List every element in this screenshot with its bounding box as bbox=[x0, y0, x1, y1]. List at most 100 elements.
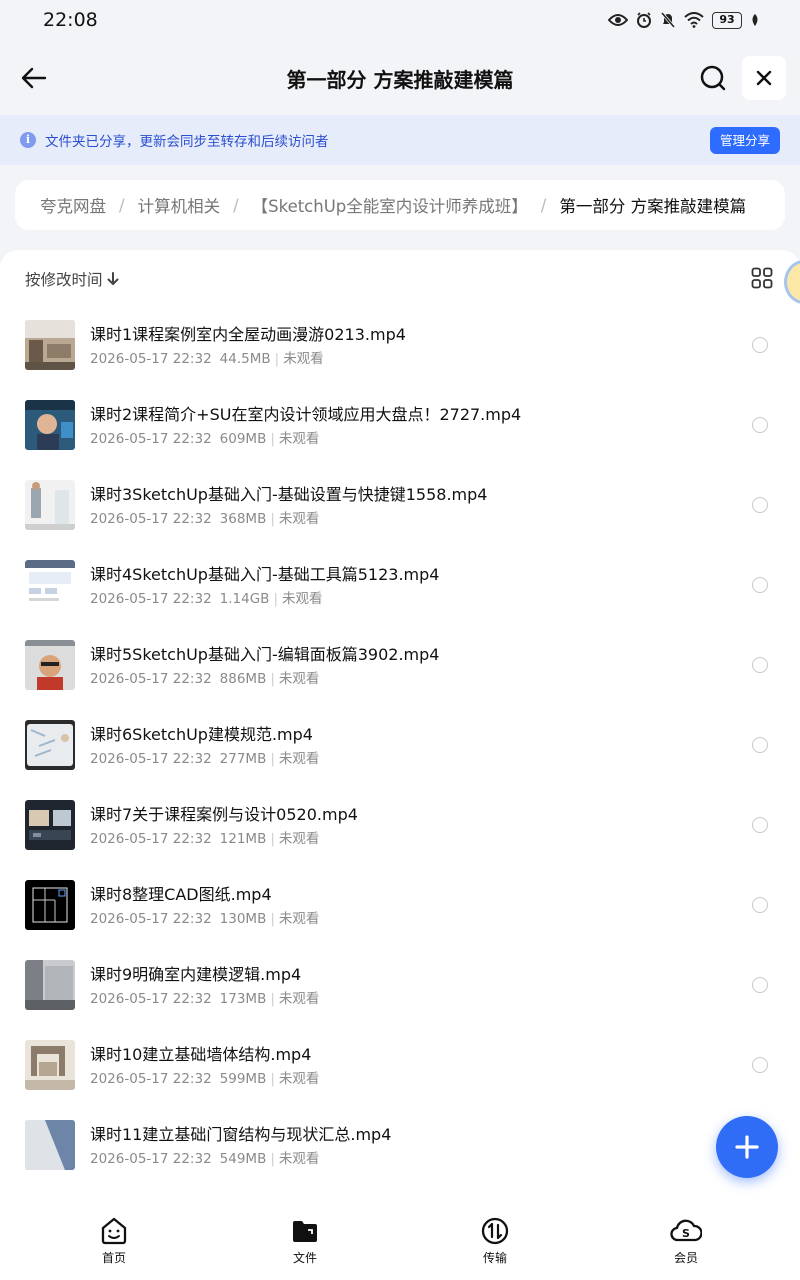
eye-icon bbox=[608, 14, 628, 26]
select-checkbox[interactable] bbox=[752, 417, 768, 433]
search-button[interactable] bbox=[697, 62, 729, 94]
file-row[interactable]: 课时8整理CAD图纸.mp4 2026-05-17 22:32 130MB | 未观看 bbox=[0, 880, 800, 960]
file-size: 173MB bbox=[219, 991, 267, 1007]
leaf-icon bbox=[752, 14, 758, 26]
file-row[interactable]: 课时6SketchUp建模规范.mp4 2026-05-17 22:32 277MB… bbox=[0, 720, 800, 800]
meta-separator: | bbox=[270, 511, 275, 527]
close-button[interactable] bbox=[742, 56, 786, 100]
meta-separator: | bbox=[273, 591, 278, 607]
meta-separator: | bbox=[274, 351, 280, 367]
file-date: 2026-05-17 22:32 bbox=[90, 1151, 212, 1167]
file-row[interactable]: 课时2课程简介+SU在室内设计领域应用大盘点！2727.mp4 2026-05-1… bbox=[0, 400, 800, 480]
file-name: 课时8整理CAD图纸.mp4 bbox=[90, 885, 272, 904]
file-name: 课时7关于课程案例与设计0520.mp4 bbox=[90, 805, 358, 824]
wifi-icon bbox=[684, 12, 704, 28]
breadcrumb-separator: / bbox=[119, 195, 125, 215]
watch-status: 未观看 bbox=[278, 831, 320, 847]
breadcrumb-item-course[interactable]: 【SketchUp全能室内设计师养成班】 bbox=[252, 193, 528, 217]
meta-separator: | bbox=[270, 751, 275, 767]
nav-files-label: 文件 bbox=[292, 1251, 317, 1265]
file-row[interactable]: 课时11建立基础门窗结构与现状汇总.mp4 2026-05-17 22:32 549… bbox=[0, 1120, 800, 1200]
select-checkbox[interactable] bbox=[752, 737, 768, 753]
manage-share-button[interactable]: 管理分享 bbox=[709, 127, 780, 154]
info-icon: i bbox=[20, 132, 36, 148]
file-meta: 2026-05-17 22:32 121MB | 未观看 bbox=[90, 827, 319, 847]
file-meta: 2026-05-17 22:32 277MB | 未观看 bbox=[90, 747, 319, 767]
file-row[interactable]: 课时7关于课程案例与设计0520.mp4 2026-05-17 22:32 121M… bbox=[0, 800, 800, 880]
file-name: 课时3SketchUp基础入门-基础设置与快捷键1558.mp4 bbox=[90, 485, 488, 504]
select-checkbox[interactable] bbox=[752, 657, 768, 673]
arrow-down-icon bbox=[107, 272, 119, 285]
meta-separator: | bbox=[270, 1151, 275, 1167]
nav-member[interactable]: S 会员 bbox=[646, 1216, 726, 1266]
alarm-icon bbox=[637, 12, 651, 28]
select-checkbox[interactable] bbox=[752, 817, 768, 833]
file-row[interactable]: 课时3SketchUp基础入门-基础设置与快捷键1558.mp4 2026-05-… bbox=[0, 480, 800, 560]
file-meta: 2026-05-17 22:32 130MB | 未观看 bbox=[90, 907, 319, 927]
file-row[interactable]: 课时1课程案例室内全屋动画漫游0213.mp4 2026-05-17 22:32 4… bbox=[0, 320, 800, 400]
grid-view-toggle[interactable] bbox=[751, 267, 773, 289]
watch-status: 未观看 bbox=[278, 671, 320, 687]
nav-transfer-label: 传输 bbox=[482, 1251, 507, 1265]
breadcrumb-separator: / bbox=[540, 195, 547, 215]
video-thumbnail bbox=[25, 400, 75, 450]
plus-icon bbox=[735, 1135, 759, 1159]
nav-files[interactable]: 文件 bbox=[265, 1216, 345, 1266]
watch-status: 未观看 bbox=[278, 1151, 320, 1167]
file-size: 130MB bbox=[219, 911, 267, 927]
select-checkbox[interactable] bbox=[752, 977, 768, 993]
page-title: 第一部分 方案推敲建模篇 bbox=[286, 68, 514, 92]
watch-status: 未观看 bbox=[278, 911, 320, 927]
file-row[interactable]: 课时9明确室内建模逻辑.mp4 2026-05-17 22:32 173MB | 未观看 bbox=[0, 960, 800, 1040]
watch-status: 未观看 bbox=[282, 591, 323, 607]
breadcrumb-item-category[interactable]: 计算机相关 bbox=[138, 193, 221, 217]
file-row[interactable]: 课时5SketchUp基础入门-编辑面板篇3902.mp4 2026-05-17 … bbox=[0, 640, 800, 720]
video-thumbnail bbox=[25, 480, 75, 530]
file-row[interactable]: 课时10建立基础墙体结构.mp4 2026-05-17 22:32 599MB | 未观… bbox=[0, 1040, 800, 1120]
file-meta: 2026-05-17 22:32 609MB | 未观看 bbox=[90, 427, 319, 447]
select-checkbox[interactable] bbox=[752, 897, 768, 913]
breadcrumb-item-root[interactable]: 夸克网盘 bbox=[40, 193, 106, 217]
file-name: 课时10建立基础墙体结构.mp4 bbox=[90, 1045, 312, 1064]
file-meta: 2026-05-17 22:32 368MB | 未观看 bbox=[90, 507, 319, 527]
nav-member-label: 会员 bbox=[673, 1251, 698, 1265]
file-size: 886MB bbox=[219, 671, 267, 687]
video-thumbnail bbox=[25, 1040, 75, 1090]
file-meta: 2026-05-17 22:32 549MB | 未观看 bbox=[90, 1147, 319, 1167]
meta-separator: | bbox=[270, 911, 275, 927]
nav-home[interactable]: 首页 bbox=[74, 1216, 154, 1266]
mute-bell-icon bbox=[660, 12, 676, 28]
nav-transfer[interactable]: 传输 bbox=[455, 1216, 535, 1266]
watch-status: 未观看 bbox=[278, 1071, 320, 1087]
video-thumbnail bbox=[25, 1120, 75, 1170]
file-date: 2026-05-17 22:32 bbox=[90, 351, 212, 367]
file-size: 121MB bbox=[219, 831, 267, 847]
file-date: 2026-05-17 22:32 bbox=[90, 751, 212, 767]
file-row[interactable]: 课时4SketchUp基础入门-基础工具篇5123.mp4 2026-05-17 … bbox=[0, 560, 800, 640]
file-size: 549MB bbox=[219, 1151, 267, 1167]
select-checkbox[interactable] bbox=[752, 497, 768, 513]
file-date: 2026-05-17 22:32 bbox=[90, 991, 212, 1007]
svg-text:S: S bbox=[682, 1227, 690, 1240]
meta-separator: | bbox=[270, 671, 275, 687]
select-checkbox[interactable] bbox=[752, 577, 768, 593]
sort-button[interactable]: 按修改时间 bbox=[25, 268, 120, 290]
watch-status: 未观看 bbox=[278, 751, 320, 767]
watch-status: 未观看 bbox=[278, 431, 320, 447]
breadcrumb-separator: / bbox=[233, 195, 239, 215]
cloud-member-icon: S bbox=[670, 1219, 702, 1242]
file-name: 课时11建立基础门窗结构与现状汇总.mp4 bbox=[90, 1125, 392, 1144]
select-checkbox[interactable] bbox=[752, 337, 768, 353]
video-thumbnail bbox=[25, 960, 75, 1010]
transfer-icon bbox=[481, 1217, 509, 1245]
file-meta: 2026-05-17 22:32 44.5MB | 未观看 bbox=[90, 347, 324, 367]
file-name: 课时4SketchUp基础入门-基础工具篇5123.mp4 bbox=[90, 565, 440, 584]
search-icon bbox=[700, 65, 726, 91]
file-date: 2026-05-17 22:32 bbox=[90, 511, 212, 527]
screen: 22:08 93 第一部分 方案推敲建模篇 i 文件夹已分享，更新会同步至转存和… bbox=[0, 0, 800, 1280]
video-thumbnail bbox=[25, 880, 75, 930]
status-bar: 22:08 93 bbox=[0, 0, 800, 40]
select-checkbox[interactable] bbox=[752, 1057, 768, 1073]
folder-icon bbox=[293, 1221, 317, 1242]
add-button[interactable] bbox=[716, 1116, 778, 1178]
